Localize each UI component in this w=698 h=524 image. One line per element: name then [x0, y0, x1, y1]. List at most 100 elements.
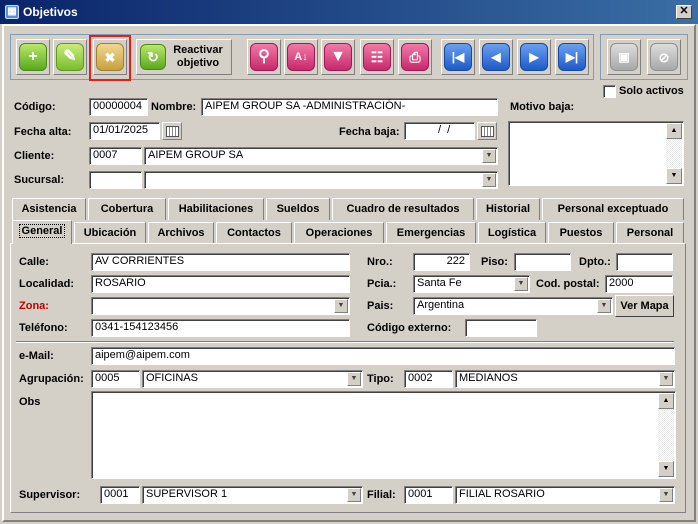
sucursal-combo[interactable]: ▼: [144, 171, 498, 189]
cod-postal-field[interactable]: 2000: [605, 275, 673, 293]
deactivate-button[interactable]: ✖: [93, 39, 127, 75]
tab-archivos[interactable]: Archivos: [148, 222, 214, 244]
chevron-down-icon[interactable]: ▼: [659, 488, 673, 502]
nro-field[interactable]: 222: [413, 253, 470, 271]
tab-sueldos[interactable]: Sueldos: [266, 198, 330, 220]
agrupacion-name: OFICINAS: [146, 372, 198, 384]
pencil-icon: ✎: [56, 43, 84, 71]
chevron-down-icon[interactable]: ▼: [514, 277, 528, 291]
motivo-baja-textarea[interactable]: ▲ ▼: [508, 121, 684, 186]
reactivate-button[interactable]: ↻ Reactivar objetivo: [136, 39, 232, 75]
save-button[interactable]: ▣: [607, 39, 641, 75]
pcia-label: Pcia.:: [367, 278, 397, 290]
tipo-code-field[interactable]: 0002: [404, 370, 453, 388]
tab-emergencias[interactable]: Emergencias: [386, 222, 476, 244]
tab-personal-exceptuado[interactable]: Personal exceptuado: [542, 198, 684, 220]
fecha-baja-field[interactable]: / /: [404, 122, 475, 140]
cancel-button[interactable]: ⊘: [647, 39, 681, 75]
pais-combo[interactable]: Argentina ▼: [413, 297, 613, 315]
motivo-scrollbar[interactable]: ▲ ▼: [666, 123, 682, 184]
first-icon: |◀: [444, 43, 472, 71]
cliente-code-field[interactable]: 0007: [89, 147, 142, 165]
supervisor-combo[interactable]: SUPERVISOR 1 ▼: [142, 486, 363, 504]
fecha-baja-calendar-button[interactable]: [477, 122, 497, 140]
solo-activos-checkbox[interactable]: [603, 85, 616, 98]
last-record-button[interactable]: ▶|: [555, 39, 589, 75]
close-button[interactable]: ✕: [676, 5, 692, 19]
scroll-down-icon[interactable]: ▼: [666, 168, 682, 184]
calle-field[interactable]: AV CORRIENTES: [91, 253, 350, 271]
last-icon: ▶|: [558, 43, 586, 71]
cliente-name: AIPEM GROUP SA: [148, 149, 244, 161]
pcia-combo[interactable]: Santa Fe ▼: [413, 275, 530, 293]
filial-code-field[interactable]: 0001: [404, 486, 453, 504]
search-button[interactable]: ⚲: [247, 39, 281, 75]
telefono-field[interactable]: 0341-154123456: [91, 319, 350, 337]
tipo-combo[interactable]: MEDIANOS ▼: [455, 370, 675, 388]
tab-cuadro-resultados[interactable]: Cuadro de resultados: [332, 198, 474, 220]
tab-personal[interactable]: Personal: [616, 222, 684, 244]
sucursal-label: Sucursal:: [14, 174, 65, 186]
chevron-down-icon[interactable]: ▼: [334, 299, 348, 313]
obs-scrollbar[interactable]: ▲ ▼: [658, 393, 674, 477]
prev-record-button[interactable]: ◀: [479, 39, 513, 75]
piso-field[interactable]: [514, 253, 571, 271]
tab-operaciones[interactable]: Operaciones: [294, 222, 384, 244]
save-icon: ▣: [610, 43, 638, 71]
codigo-externo-field[interactable]: [465, 319, 537, 337]
plus-icon: +: [19, 43, 47, 71]
filial-combo[interactable]: FILIAL ROSARIO ▼: [455, 486, 675, 504]
tab-asistencia[interactable]: Asistencia: [12, 198, 86, 220]
report-button[interactable]: ☷: [360, 39, 394, 75]
tab-habilitaciones[interactable]: Habilitaciones: [168, 198, 264, 220]
first-record-button[interactable]: |◀: [441, 39, 475, 75]
tab-cobertura[interactable]: Cobertura: [88, 198, 166, 220]
localidad-field[interactable]: ROSARIO: [91, 275, 350, 293]
filter-button[interactable]: ▼: [321, 39, 355, 75]
email-label: e-Mail:: [19, 350, 54, 362]
scroll-up-icon[interactable]: ▲: [666, 123, 682, 139]
obs-textarea[interactable]: ▲ ▼: [91, 391, 676, 479]
fecha-alta-field[interactable]: 01/01/2025: [89, 122, 160, 140]
chevron-down-icon[interactable]: ▼: [659, 372, 673, 386]
scroll-down-icon[interactable]: ▼: [658, 461, 674, 477]
tipo-label: Tipo:: [367, 373, 394, 385]
scroll-up-icon[interactable]: ▲: [658, 393, 674, 409]
tab-contactos[interactable]: Contactos: [216, 222, 292, 244]
agrupacion-combo[interactable]: OFICINAS ▼: [142, 370, 363, 388]
agrupacion-code-field[interactable]: 0005: [91, 370, 140, 388]
dpto-field[interactable]: [616, 253, 673, 271]
tipo-name: MEDIANOS: [459, 372, 518, 384]
next-icon: ▶: [520, 43, 548, 71]
nombre-field[interactable]: AIPEM GROUP SA -ADMINISTRACIÓN-: [201, 98, 498, 116]
next-record-button[interactable]: ▶: [517, 39, 551, 75]
add-button[interactable]: +: [16, 39, 50, 75]
localidad-label: Localidad:: [19, 278, 75, 290]
sucursal-code-field[interactable]: [89, 171, 142, 189]
dpto-label: Dpto.:: [579, 256, 611, 268]
tab-logistica[interactable]: Logística: [478, 222, 546, 244]
zona-combo[interactable]: ▼: [91, 297, 350, 315]
email-field[interactable]: aipem@aipem.com: [91, 347, 675, 365]
tab-puestos[interactable]: Puestos: [548, 222, 614, 244]
tab-general[interactable]: General: [12, 220, 72, 244]
tab-ubicacion[interactable]: Ubicación: [74, 222, 146, 244]
motivo-baja-label: Motivo baja:: [510, 101, 575, 113]
calle-label: Calle:: [19, 256, 49, 268]
supervisor-code-field[interactable]: 0001: [100, 486, 140, 504]
supervisor-label: Supervisor:: [19, 489, 81, 501]
chevron-down-icon[interactable]: ▼: [347, 372, 361, 386]
chevron-down-icon[interactable]: ▼: [347, 488, 361, 502]
codigo-field[interactable]: 00000004: [89, 98, 148, 116]
tab-historial[interactable]: Historial: [476, 198, 540, 220]
chevron-down-icon[interactable]: ▼: [482, 149, 496, 163]
edit-button[interactable]: ✎: [53, 39, 87, 75]
chevron-down-icon[interactable]: ▼: [482, 173, 496, 187]
piso-label: Piso:: [481, 256, 508, 268]
sort-button[interactable]: A↓: [284, 39, 318, 75]
chevron-down-icon[interactable]: ▼: [597, 299, 611, 313]
print-button[interactable]: ⎙: [398, 39, 432, 75]
fecha-alta-calendar-button[interactable]: [162, 122, 182, 140]
cliente-combo[interactable]: AIPEM GROUP SA ▼: [144, 147, 498, 165]
ver-mapa-button[interactable]: Ver Mapa: [615, 295, 674, 317]
